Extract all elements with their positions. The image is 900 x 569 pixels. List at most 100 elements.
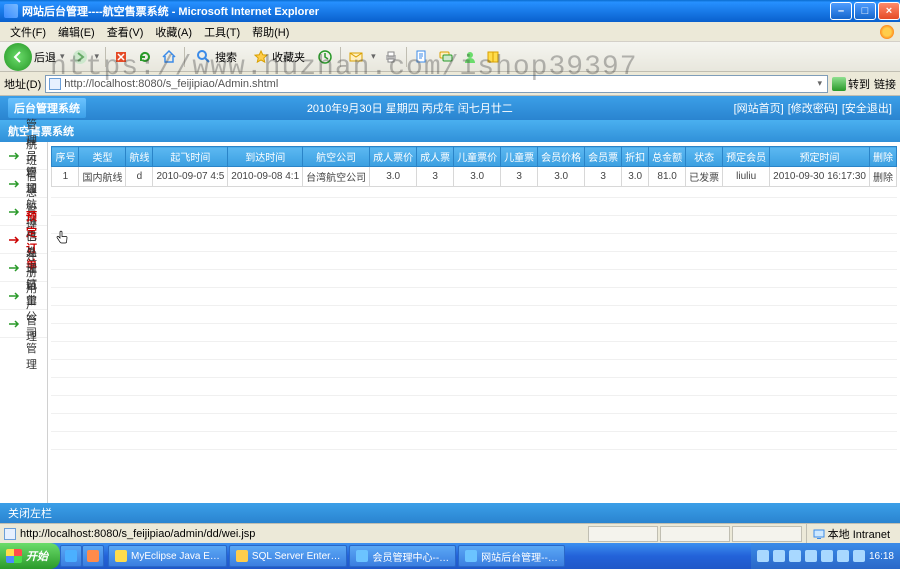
quicklaunch-2[interactable] [82, 545, 104, 567]
menu-edit[interactable]: 编辑(E) [52, 22, 101, 42]
col-header: 成人票 [417, 147, 454, 167]
task-label: 会员管理中心--… [372, 549, 449, 564]
print-button[interactable] [380, 46, 402, 68]
col-header: 折扣 [622, 147, 649, 167]
toolbar: 后退 ▾ ▾ 搜索 收藏夹 ▾ [0, 42, 900, 72]
task-label: 网站后台管理--… [481, 549, 558, 564]
table-cell: 2010-09-30 16:17:30 [770, 167, 870, 187]
links-label[interactable]: 链接 [874, 76, 896, 92]
table-cell: 3.0 [538, 167, 585, 187]
window-titlebar: 网站后台管理----航空售票系统 - Microsoft Internet Ex… [0, 0, 900, 22]
discuss-button[interactable] [435, 46, 457, 68]
sidebar-item-airline-manage[interactable]: 航空公司管理 [0, 310, 47, 338]
table-cell[interactable]: 删除 [870, 167, 897, 187]
address-dropdown[interactable]: ▾ [815, 78, 824, 89]
back-label: 后退 [34, 49, 56, 65]
quicklaunch-1[interactable] [60, 545, 82, 567]
close-button[interactable]: × [878, 2, 900, 20]
start-label: 开始 [26, 548, 48, 564]
app-header: 后台管理系统 2010年9月30日 星期四 丙戌年 闰七月廿二 [网站首页] [… [0, 96, 900, 120]
security-zone[interactable]: 本地 Intranet [806, 524, 896, 543]
home-button[interactable] [158, 46, 180, 68]
arrow-icon [8, 291, 22, 301]
table-cell: 3.0 [370, 167, 417, 187]
app-date: 2010年9月30日 星期四 丙戌年 闰七月廿二 [86, 100, 734, 116]
task-label: MyEclipse Java E… [131, 551, 220, 562]
address-input[interactable]: http://localhost:8080/s_feijipiao/Admin.… [45, 75, 828, 93]
table-cell: 81.0 [649, 167, 686, 187]
table-cell: 3 [585, 167, 622, 187]
link-change-password[interactable]: [修改密码] [788, 100, 838, 116]
computer-icon [813, 528, 825, 540]
start-button[interactable]: 开始 [0, 543, 60, 569]
task-backend[interactable]: 网站后台管理--… [458, 545, 565, 567]
search-button[interactable]: 搜索 [189, 44, 244, 70]
col-header: 类型 [79, 147, 126, 167]
table-cell: 3.0 [454, 167, 501, 187]
address-url: http://localhost:8080/s_feijipiao/Admin.… [64, 78, 812, 90]
col-header: 状态 [686, 147, 723, 167]
mail-dropdown[interactable]: ▾ [369, 51, 378, 62]
col-header: 起飞时间 [153, 147, 228, 167]
throbber-icon [880, 25, 894, 39]
menu-view[interactable]: 查看(V) [101, 22, 150, 42]
ie-icon [4, 4, 18, 18]
favorites-button[interactable]: 收藏夹 [246, 44, 312, 70]
task-sqlserver[interactable]: SQL Server Enter… [229, 545, 348, 567]
arrow-icon [8, 235, 22, 245]
col-header: 成人票价 [370, 147, 417, 167]
forward-dropdown[interactable]: ▾ [93, 51, 102, 62]
arrow-icon [8, 179, 22, 189]
table-row[interactable]: 1国内航线d2010-09-07 4:52010-09-08 4:1台湾航空公司… [52, 167, 897, 187]
menu-file[interactable]: 文件(F) [4, 22, 52, 42]
system-tray[interactable]: 16:18 [751, 543, 900, 569]
arrow-icon [8, 151, 22, 161]
table-cell: 已发票 [686, 167, 723, 187]
menu-help[interactable]: 帮助(H) [246, 22, 295, 42]
window-title: 网站后台管理----航空售票系统 - Microsoft Internet Ex… [22, 3, 828, 19]
task-member-manage[interactable]: 会员管理中心--… [349, 545, 456, 567]
task-myeclipse[interactable]: MyEclipse Java E… [108, 545, 227, 567]
table-cell: 1 [52, 167, 79, 187]
table-cell: 2010-09-07 4:5 [153, 167, 228, 187]
table-cell: 3 [501, 167, 538, 187]
messenger-button[interactable] [459, 46, 481, 68]
edit-button[interactable] [411, 46, 433, 68]
forward-button[interactable] [69, 46, 91, 68]
ruled-lines [51, 197, 897, 467]
link-home[interactable]: [网站首页] [734, 100, 784, 116]
col-header: 会员票 [585, 147, 622, 167]
go-button[interactable]: 转到 [832, 76, 870, 92]
task-label: SQL Server Enter… [252, 551, 341, 562]
orders-table: 序号类型航线起飞时间到达时间航空公司成人票价成人票儿童票价儿童票会员价格会员票折… [51, 146, 897, 187]
page-icon [49, 78, 61, 90]
clock: 16:18 [869, 551, 894, 562]
col-header: 删除 [870, 147, 897, 167]
table-cell: 国内航线 [79, 167, 126, 187]
content-area: 序号类型航线起飞时间到达时间航空公司成人票价成人票儿童票价儿童票会员价格会员票折… [48, 142, 900, 503]
app-subheader: 航空售票系统 [0, 120, 900, 142]
back-dropdown[interactable]: ▾ [58, 51, 67, 62]
col-header: 序号 [52, 147, 79, 167]
history-button[interactable] [314, 46, 336, 68]
table-cell: 3 [417, 167, 454, 187]
mail-button[interactable] [345, 46, 367, 68]
footer-bar: 关闭左栏 [0, 503, 900, 523]
menu-favorites[interactable]: 收藏(A) [149, 22, 198, 42]
taskbar: 开始 MyEclipse Java E… SQL Server Enter… 会… [0, 543, 900, 569]
page-icon [4, 528, 16, 540]
back-button[interactable] [4, 43, 32, 71]
minimize-button[interactable]: – [830, 2, 852, 20]
folders-button[interactable] [483, 46, 505, 68]
favorites-label: 收藏夹 [272, 49, 305, 65]
refresh-button[interactable] [134, 46, 156, 68]
footer-close-left[interactable]: 关闭左栏 [8, 505, 52, 521]
link-logout[interactable]: [安全退出] [842, 100, 892, 116]
status-bar: http://localhost:8080/s_feijipiao/admin/… [0, 523, 900, 543]
menu-tools[interactable]: 工具(T) [198, 22, 246, 42]
col-header: 儿童票 [501, 147, 538, 167]
zone-label: 本地 Intranet [828, 526, 890, 542]
stop-button[interactable] [110, 46, 132, 68]
go-label: 转到 [848, 76, 870, 92]
maximize-button[interactable]: □ [854, 2, 876, 20]
